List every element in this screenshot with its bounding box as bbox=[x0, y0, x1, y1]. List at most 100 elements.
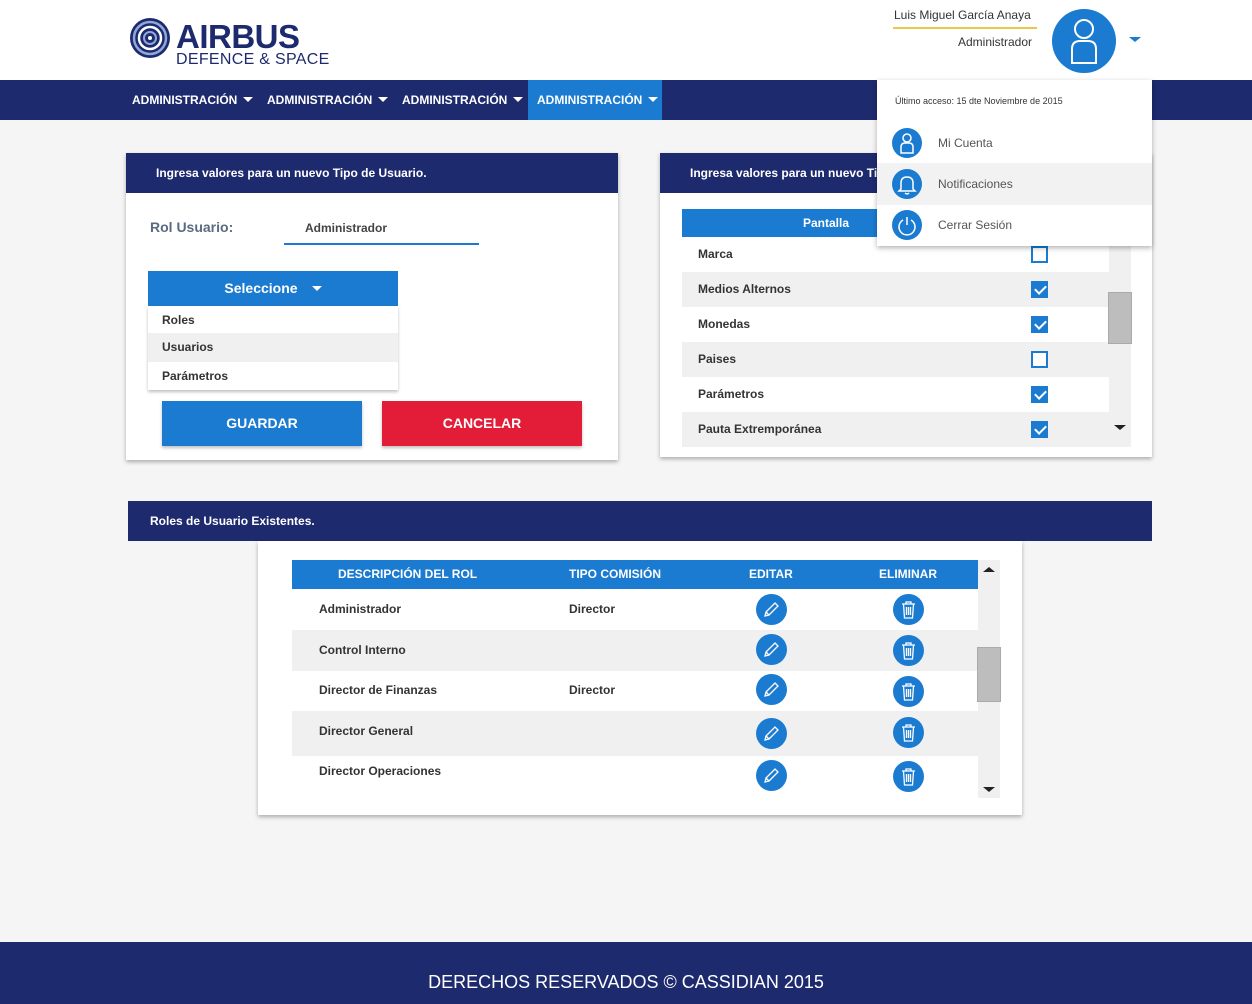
table-row: Director Operaciones bbox=[292, 756, 978, 797]
column-header-commission[interactable]: TIPO COMISIÓN bbox=[569, 560, 661, 589]
account-menu: Último acceso: 15 dte Noviembre de 2015 … bbox=[877, 80, 1152, 246]
option-usuarios[interactable]: Usuarios bbox=[148, 333, 398, 362]
menu-item-label: Mi Cuenta bbox=[938, 136, 993, 150]
edit-button[interactable] bbox=[756, 760, 787, 791]
trash-icon bbox=[902, 768, 915, 786]
list-item: Pauta Extremporánea bbox=[682, 412, 1109, 447]
bell-icon bbox=[892, 169, 922, 199]
screen-label: Pauta Extremporánea bbox=[698, 422, 822, 436]
list-item: Paises bbox=[682, 342, 1109, 377]
user-name: Luis Miguel García Anaya bbox=[894, 8, 1031, 22]
role-description: Director Operaciones bbox=[319, 764, 442, 778]
column-header-description[interactable]: DESCRIPCIÓN DEL ROL bbox=[338, 560, 477, 589]
panel-title: Ingresa valores para un nuevo Tipo de Us… bbox=[126, 153, 618, 193]
pencil-icon bbox=[764, 726, 779, 741]
scrollbar-thumb[interactable] bbox=[977, 647, 1001, 702]
column-header-edit: EDITAR bbox=[749, 567, 793, 581]
seleccione-menu: Roles Usuarios Parámetros bbox=[148, 306, 398, 390]
scroll-down-icon[interactable] bbox=[1114, 425, 1126, 430]
checkbox[interactable] bbox=[1031, 316, 1048, 333]
edit-button[interactable] bbox=[756, 674, 787, 705]
save-button[interactable]: GUARDAR bbox=[162, 401, 362, 446]
logo-airbus-text: AIRBUS bbox=[176, 18, 300, 55]
pencil-icon bbox=[764, 642, 779, 657]
scroll-up-icon[interactable] bbox=[983, 567, 995, 572]
user-divider bbox=[893, 27, 1037, 29]
table-row: Director de Finanzas Director bbox=[292, 670, 978, 711]
airbus-logo-icon bbox=[130, 18, 170, 58]
cancel-button[interactable]: CANCELAR bbox=[382, 401, 582, 446]
rol-usuario-input[interactable] bbox=[284, 213, 479, 245]
delete-button[interactable] bbox=[893, 635, 924, 666]
delete-button[interactable] bbox=[893, 761, 924, 792]
user-icon bbox=[892, 128, 922, 158]
roles-table: DESCRIPCIÓN DEL ROL TIPO COMISIÓN EDITAR… bbox=[258, 541, 1022, 815]
roles-section-title: Roles de Usuario Existentes. bbox=[128, 501, 1152, 541]
nav-item-administracion-1[interactable]: ADMINISTRACIÓN bbox=[128, 80, 259, 120]
seleccione-dropdown[interactable]: Seleccione bbox=[148, 271, 398, 306]
checkbox[interactable] bbox=[1031, 246, 1048, 263]
chevron-down-icon bbox=[311, 285, 322, 291]
edit-button[interactable] bbox=[756, 718, 787, 749]
avatar[interactable] bbox=[1052, 9, 1116, 73]
trash-icon bbox=[902, 683, 915, 701]
list-item: Monedas bbox=[682, 307, 1109, 342]
option-roles[interactable]: Roles bbox=[148, 306, 398, 335]
menu-item-label: Cerrar Sesión bbox=[938, 218, 1013, 232]
checkbox[interactable] bbox=[1031, 281, 1048, 298]
trash-icon bbox=[902, 724, 915, 742]
chevron-down-icon bbox=[378, 97, 389, 103]
role-commission: Director bbox=[569, 602, 616, 616]
user-role: Administrador bbox=[958, 35, 1033, 49]
nav-item-label: ADMINISTRACIÓN bbox=[537, 93, 643, 107]
screen-label: Parámetros bbox=[698, 387, 765, 401]
header: AIRBUS DEFENCE & SPACE Luis Miguel Garcí… bbox=[0, 0, 1252, 80]
new-user-type-panel: Ingresa valores para un nuevo Tipo de Us… bbox=[126, 153, 618, 460]
user-menu-chevron-down-icon[interactable] bbox=[1129, 37, 1141, 42]
table-row: Control Interno bbox=[292, 630, 978, 671]
user-avatar-icon bbox=[1071, 19, 1097, 64]
dropdown-label: Seleccione bbox=[224, 280, 298, 296]
logo-defence-text: DEFENCE & SPACE bbox=[176, 51, 330, 68]
nav-item-administracion-3[interactable]: ADMINISTRACIÓN bbox=[398, 80, 529, 120]
checkbox[interactable] bbox=[1031, 351, 1048, 368]
pencil-icon bbox=[764, 682, 779, 697]
chevron-down-icon bbox=[648, 97, 659, 103]
pencil-icon bbox=[764, 768, 779, 783]
checkbox[interactable] bbox=[1031, 421, 1048, 438]
menu-item-cerrar-sesion[interactable]: Cerrar Sesión bbox=[877, 204, 1152, 246]
screen-label: Medios Alternos bbox=[698, 282, 791, 296]
edit-button[interactable] bbox=[756, 634, 787, 665]
screen-label: Marca bbox=[698, 247, 733, 261]
role-description: Administrador bbox=[319, 602, 402, 616]
delete-button[interactable] bbox=[893, 717, 924, 748]
delete-button[interactable] bbox=[893, 676, 924, 707]
menu-item-notificaciones[interactable]: Notificaciones bbox=[877, 163, 1152, 205]
role-description: Control Interno bbox=[319, 643, 406, 657]
menu-item-mi-cuenta[interactable]: Mi Cuenta bbox=[877, 122, 1152, 164]
option-parametros[interactable]: Parámetros bbox=[148, 362, 398, 391]
scrollbar-thumb[interactable] bbox=[1108, 292, 1132, 344]
table-row: Director General bbox=[292, 711, 978, 756]
role-commission: Director bbox=[569, 683, 616, 697]
trash-icon bbox=[902, 642, 915, 660]
delete-button[interactable] bbox=[893, 594, 924, 625]
screen-label: Paises bbox=[698, 352, 737, 366]
table-row: Administrador Director bbox=[292, 589, 978, 630]
nav-item-administracion-2[interactable]: ADMINISTRACIÓN bbox=[263, 80, 394, 120]
nav-item-label: ADMINISTRACIÓN bbox=[402, 93, 508, 107]
column-header-delete: ELIMINAR bbox=[879, 567, 937, 581]
checkbox[interactable] bbox=[1031, 386, 1048, 403]
menu-item-label: Notificaciones bbox=[938, 177, 1013, 191]
scroll-down-icon[interactable] bbox=[983, 787, 995, 792]
pencil-icon bbox=[764, 602, 779, 617]
role-description: Director de Finanzas bbox=[319, 683, 438, 697]
chevron-down-icon bbox=[513, 97, 524, 103]
edit-button[interactable] bbox=[756, 594, 787, 625]
list-item: Medios Alternos bbox=[682, 272, 1109, 307]
nav-item-administracion-4[interactable]: ADMINISTRACIÓN bbox=[528, 80, 662, 120]
nav-item-label: ADMINISTRACIÓN bbox=[267, 93, 373, 107]
airbus-logo[interactable]: AIRBUS DEFENCE & SPACE bbox=[128, 14, 358, 70]
footer: DERECHOS RESERVADOS © CASSIDIAN 2015 bbox=[0, 942, 1252, 1004]
power-icon bbox=[892, 210, 922, 240]
